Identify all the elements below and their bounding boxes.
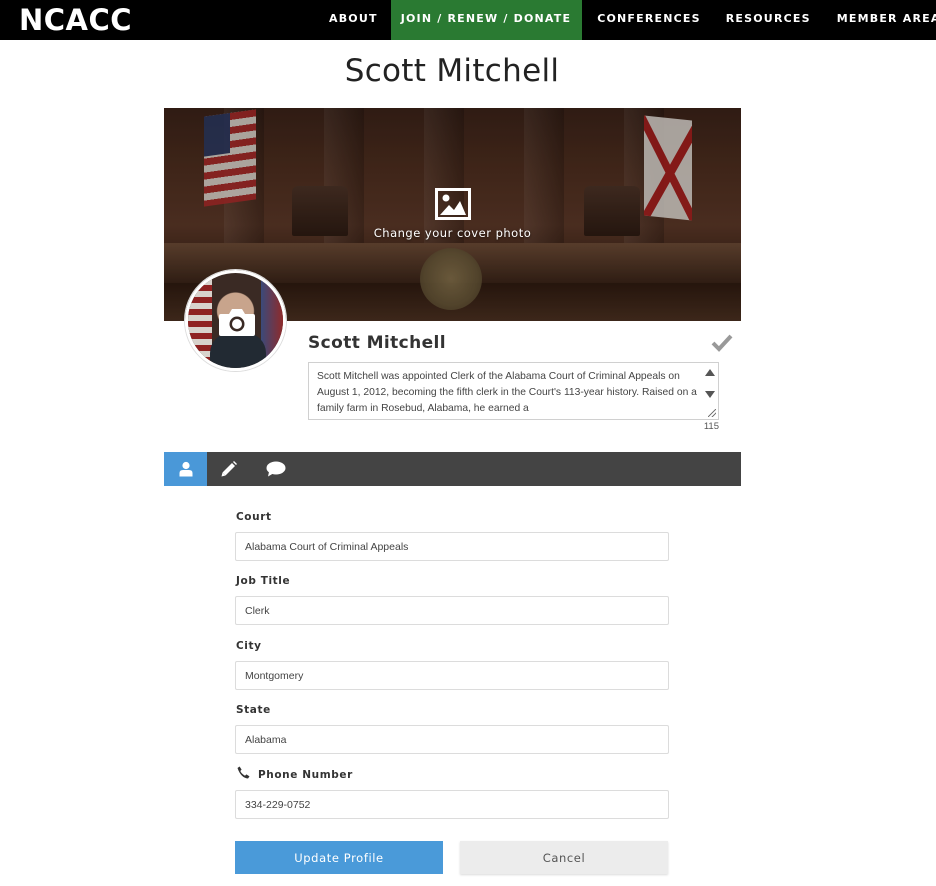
change-cover-photo-label: Change your cover photo <box>373 226 532 240</box>
city-label: City <box>236 640 262 652</box>
court-input[interactable] <box>235 532 669 561</box>
comment-icon <box>266 461 285 477</box>
resize-grip-icon[interactable] <box>708 409 716 417</box>
phone-input[interactable] <box>235 790 669 819</box>
avatar[interactable] <box>185 270 286 371</box>
nav-about[interactable]: ABOUT <box>316 0 391 40</box>
phone-icon <box>237 766 250 779</box>
change-cover-photo-button[interactable]: Change your cover photo <box>164 188 741 240</box>
profile-tabs <box>164 452 741 486</box>
bio-char-count: 115 <box>703 421 719 432</box>
profile-name: Scott Mitchell <box>308 333 447 353</box>
tab-comments[interactable] <box>254 452 297 486</box>
nav-conferences[interactable]: CONFERENCES <box>582 0 713 40</box>
state-label: State <box>236 704 271 716</box>
cancel-button[interactable]: Cancel <box>460 841 668 874</box>
main-nav: ABOUT JOIN / RENEW / DONATE CONFERENCES … <box>316 0 936 40</box>
tab-profile[interactable] <box>164 452 207 486</box>
scroll-down-arrow-icon[interactable] <box>705 391 715 398</box>
court-label: Court <box>236 511 272 523</box>
image-icon <box>434 188 471 220</box>
top-navbar: NCACC ABOUT JOIN / RENEW / DONATE CONFER… <box>0 0 936 40</box>
site-logo[interactable]: NCACC <box>19 3 132 37</box>
page-title: Scott Mitchell <box>344 53 560 89</box>
nav-resources[interactable]: RESOURCES <box>713 0 824 40</box>
bio-scrollbar[interactable] <box>702 363 718 419</box>
nav-member-area[interactable]: MEMBER AREA <box>824 0 936 40</box>
avatar-flag-left <box>188 273 212 368</box>
job-title-label: Job Title <box>236 575 291 587</box>
city-input[interactable] <box>235 661 669 690</box>
camera-icon[interactable] <box>218 307 256 337</box>
nav-join-renew-donate[interactable]: JOIN / RENEW / DONATE <box>390 0 583 40</box>
job-title-input[interactable] <box>235 596 669 625</box>
update-profile-button[interactable]: Update Profile <box>235 841 443 874</box>
scroll-up-arrow-icon[interactable] <box>705 369 715 376</box>
check-icon[interactable] <box>711 334 733 352</box>
user-icon <box>179 461 192 477</box>
pencil-icon <box>221 461 237 477</box>
phone-label: Phone Number <box>258 769 353 781</box>
avatar-suit <box>210 333 266 368</box>
tab-edit[interactable] <box>207 452 250 486</box>
state-input[interactable] <box>235 725 669 754</box>
bio-textarea[interactable]: Scott Mitchell was appointed Clerk of th… <box>308 362 719 420</box>
bio-text: Scott Mitchell was appointed Clerk of th… <box>317 371 697 414</box>
